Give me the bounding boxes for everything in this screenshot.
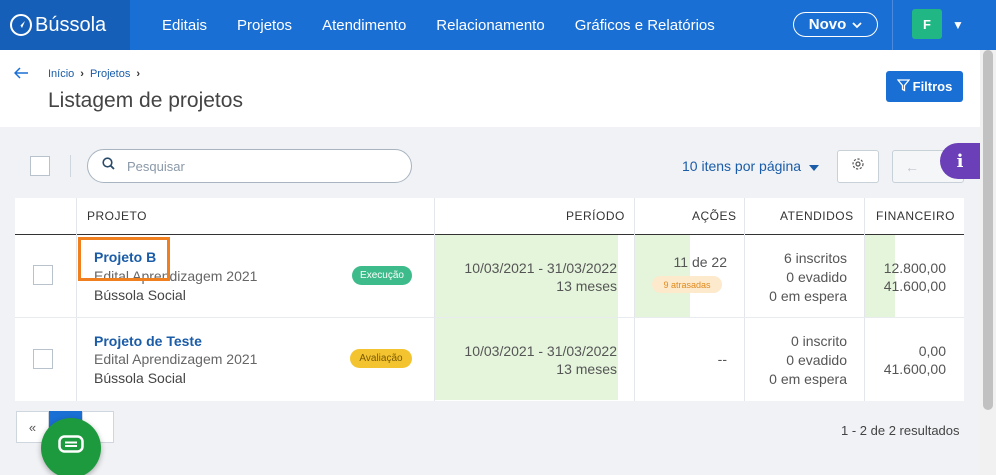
projects-table: PROJETO PERÍODO AÇÕES ATENDIDOS FINANCEI… (15, 198, 964, 401)
page-header: Início › Projetos › Listagem de projetos… (0, 50, 980, 127)
brand-name: Bússola (35, 13, 107, 36)
nav-link-atendimento[interactable]: Atendimento (322, 17, 406, 34)
search-input[interactable] (127, 158, 377, 174)
em-espera: 0 em espera (769, 288, 847, 304)
info-button[interactable]: i (940, 143, 980, 179)
periodo-duracao: 13 meses (556, 361, 617, 377)
select-all-checkbox[interactable] (30, 156, 50, 176)
chevron-down-icon (852, 16, 862, 33)
project-org: Bússola Social (94, 370, 186, 386)
top-navbar: Bússola Editais Projetos Atendimento Rel… (0, 0, 996, 50)
toolbar-divider (70, 155, 71, 177)
scrollbar-thumb[interactable] (983, 50, 993, 410)
caret-down-icon (809, 158, 820, 174)
results-count: 1 - 2 de 2 resultados (841, 423, 960, 438)
col-periodo[interactable]: PERÍODO (566, 198, 625, 234)
evadidos: 0 evadido (786, 269, 847, 285)
filtros-button[interactable]: Filtros (886, 71, 963, 102)
fin-total: 41.600,00 (883, 278, 946, 294)
back-arrow-icon[interactable] (13, 64, 29, 84)
chat-icon (58, 434, 84, 462)
info-icon: i (956, 150, 964, 172)
evadidos: 0 evadido (786, 352, 847, 368)
novo-label: Novo (808, 16, 847, 33)
breadcrumb-projetos[interactable]: Projetos (90, 68, 130, 80)
nav-link-editais[interactable]: Editais (162, 17, 207, 34)
fin-executado: 0,00 (918, 343, 946, 359)
row-checkbox[interactable] (33, 265, 53, 285)
em-espera: 0 em espera (769, 371, 847, 387)
breadcrumb: Início › Projetos › (48, 68, 140, 80)
acoes-count: -- (717, 351, 727, 367)
periodo-dates: 10/03/2021 - 31/03/2022 (464, 260, 617, 276)
chevron-right-icon: › (80, 68, 84, 80)
fin-executado: 12.800,00 (883, 260, 946, 276)
project-org: Bússola Social (94, 287, 186, 303)
search-box[interactable] (87, 149, 412, 183)
inscritos: 6 inscritos (783, 250, 847, 266)
late-actions-badge: 9 atrasadas (652, 276, 722, 293)
nav-link-graficos[interactable]: Gráficos e Relatórios (575, 17, 715, 34)
col-financeiro[interactable]: FINANCEIRO (876, 198, 955, 234)
table-row[interactable]: Projeto de Teste Edital Aprendizagem 202… (15, 318, 964, 401)
status-badge: Avaliação (350, 349, 412, 368)
page-scrollbar[interactable] (980, 50, 996, 475)
novo-button[interactable]: Novo (793, 12, 878, 37)
nav-divider (892, 0, 893, 50)
per-page-label: 10 itens por página (682, 158, 802, 174)
gear-icon (851, 157, 865, 176)
row-checkbox[interactable] (33, 349, 53, 369)
col-acoes[interactable]: AÇÕES (692, 198, 737, 234)
periodo-cell: 10/03/2021 - 31/03/2022 13 meses (464, 259, 617, 295)
acoes-count: 11 de 22 (673, 254, 727, 270)
highlight-annotation (78, 237, 170, 281)
col-projeto[interactable]: PROJETO (87, 198, 147, 234)
chevron-right-icon: › (136, 68, 140, 80)
periodo-dates: 10/03/2021 - 31/03/2022 (464, 343, 617, 359)
chat-button[interactable] (41, 418, 101, 475)
atendidos-cell: 0 inscrito 0 evadido 0 em espera (769, 332, 847, 389)
compass-icon (10, 14, 32, 36)
items-per-page-select[interactable]: 10 itens por página (682, 158, 820, 174)
col-atendidos[interactable]: ATENDIDOS (780, 198, 854, 234)
filtros-label: Filtros (912, 79, 953, 94)
user-avatar[interactable]: F (912, 9, 942, 39)
nav-link-projetos[interactable]: Projetos (237, 17, 292, 34)
atendidos-cell: 6 inscritos 0 evadido 0 em espera (769, 249, 847, 306)
financeiro-cell: 0,00 41.600,00 (884, 342, 946, 378)
inscritos: 0 inscrito (790, 333, 847, 349)
financeiro-cell: 12.800,00 41.600,00 (884, 259, 946, 295)
search-icon (102, 157, 115, 175)
breadcrumb-inicio[interactable]: Início (48, 68, 74, 80)
project-name-link[interactable]: Projeto de Teste (94, 333, 202, 349)
filter-icon (896, 78, 910, 95)
page-title: Listagem de projetos (48, 89, 243, 112)
caret-down-icon[interactable]: ▼ (952, 18, 964, 32)
periodo-cell: 10/03/2021 - 31/03/2022 13 meses (464, 342, 617, 378)
nav-links: Editais Projetos Atendimento Relacioname… (162, 17, 745, 34)
table-header: PROJETO PERÍODO AÇÕES ATENDIDOS FINANCEI… (15, 198, 964, 235)
brand-logo[interactable]: Bússola (0, 0, 130, 50)
column-settings-button[interactable] (837, 150, 879, 183)
status-badge: Execução (352, 266, 412, 285)
periodo-duracao: 13 meses (556, 278, 617, 294)
project-edital: Edital Aprendizagem 2021 (94, 351, 258, 367)
fin-total: 41.600,00 (883, 361, 946, 377)
nav-link-relacionamento[interactable]: Relacionamento (436, 17, 544, 34)
arrow-left-icon: ← (905, 158, 919, 175)
